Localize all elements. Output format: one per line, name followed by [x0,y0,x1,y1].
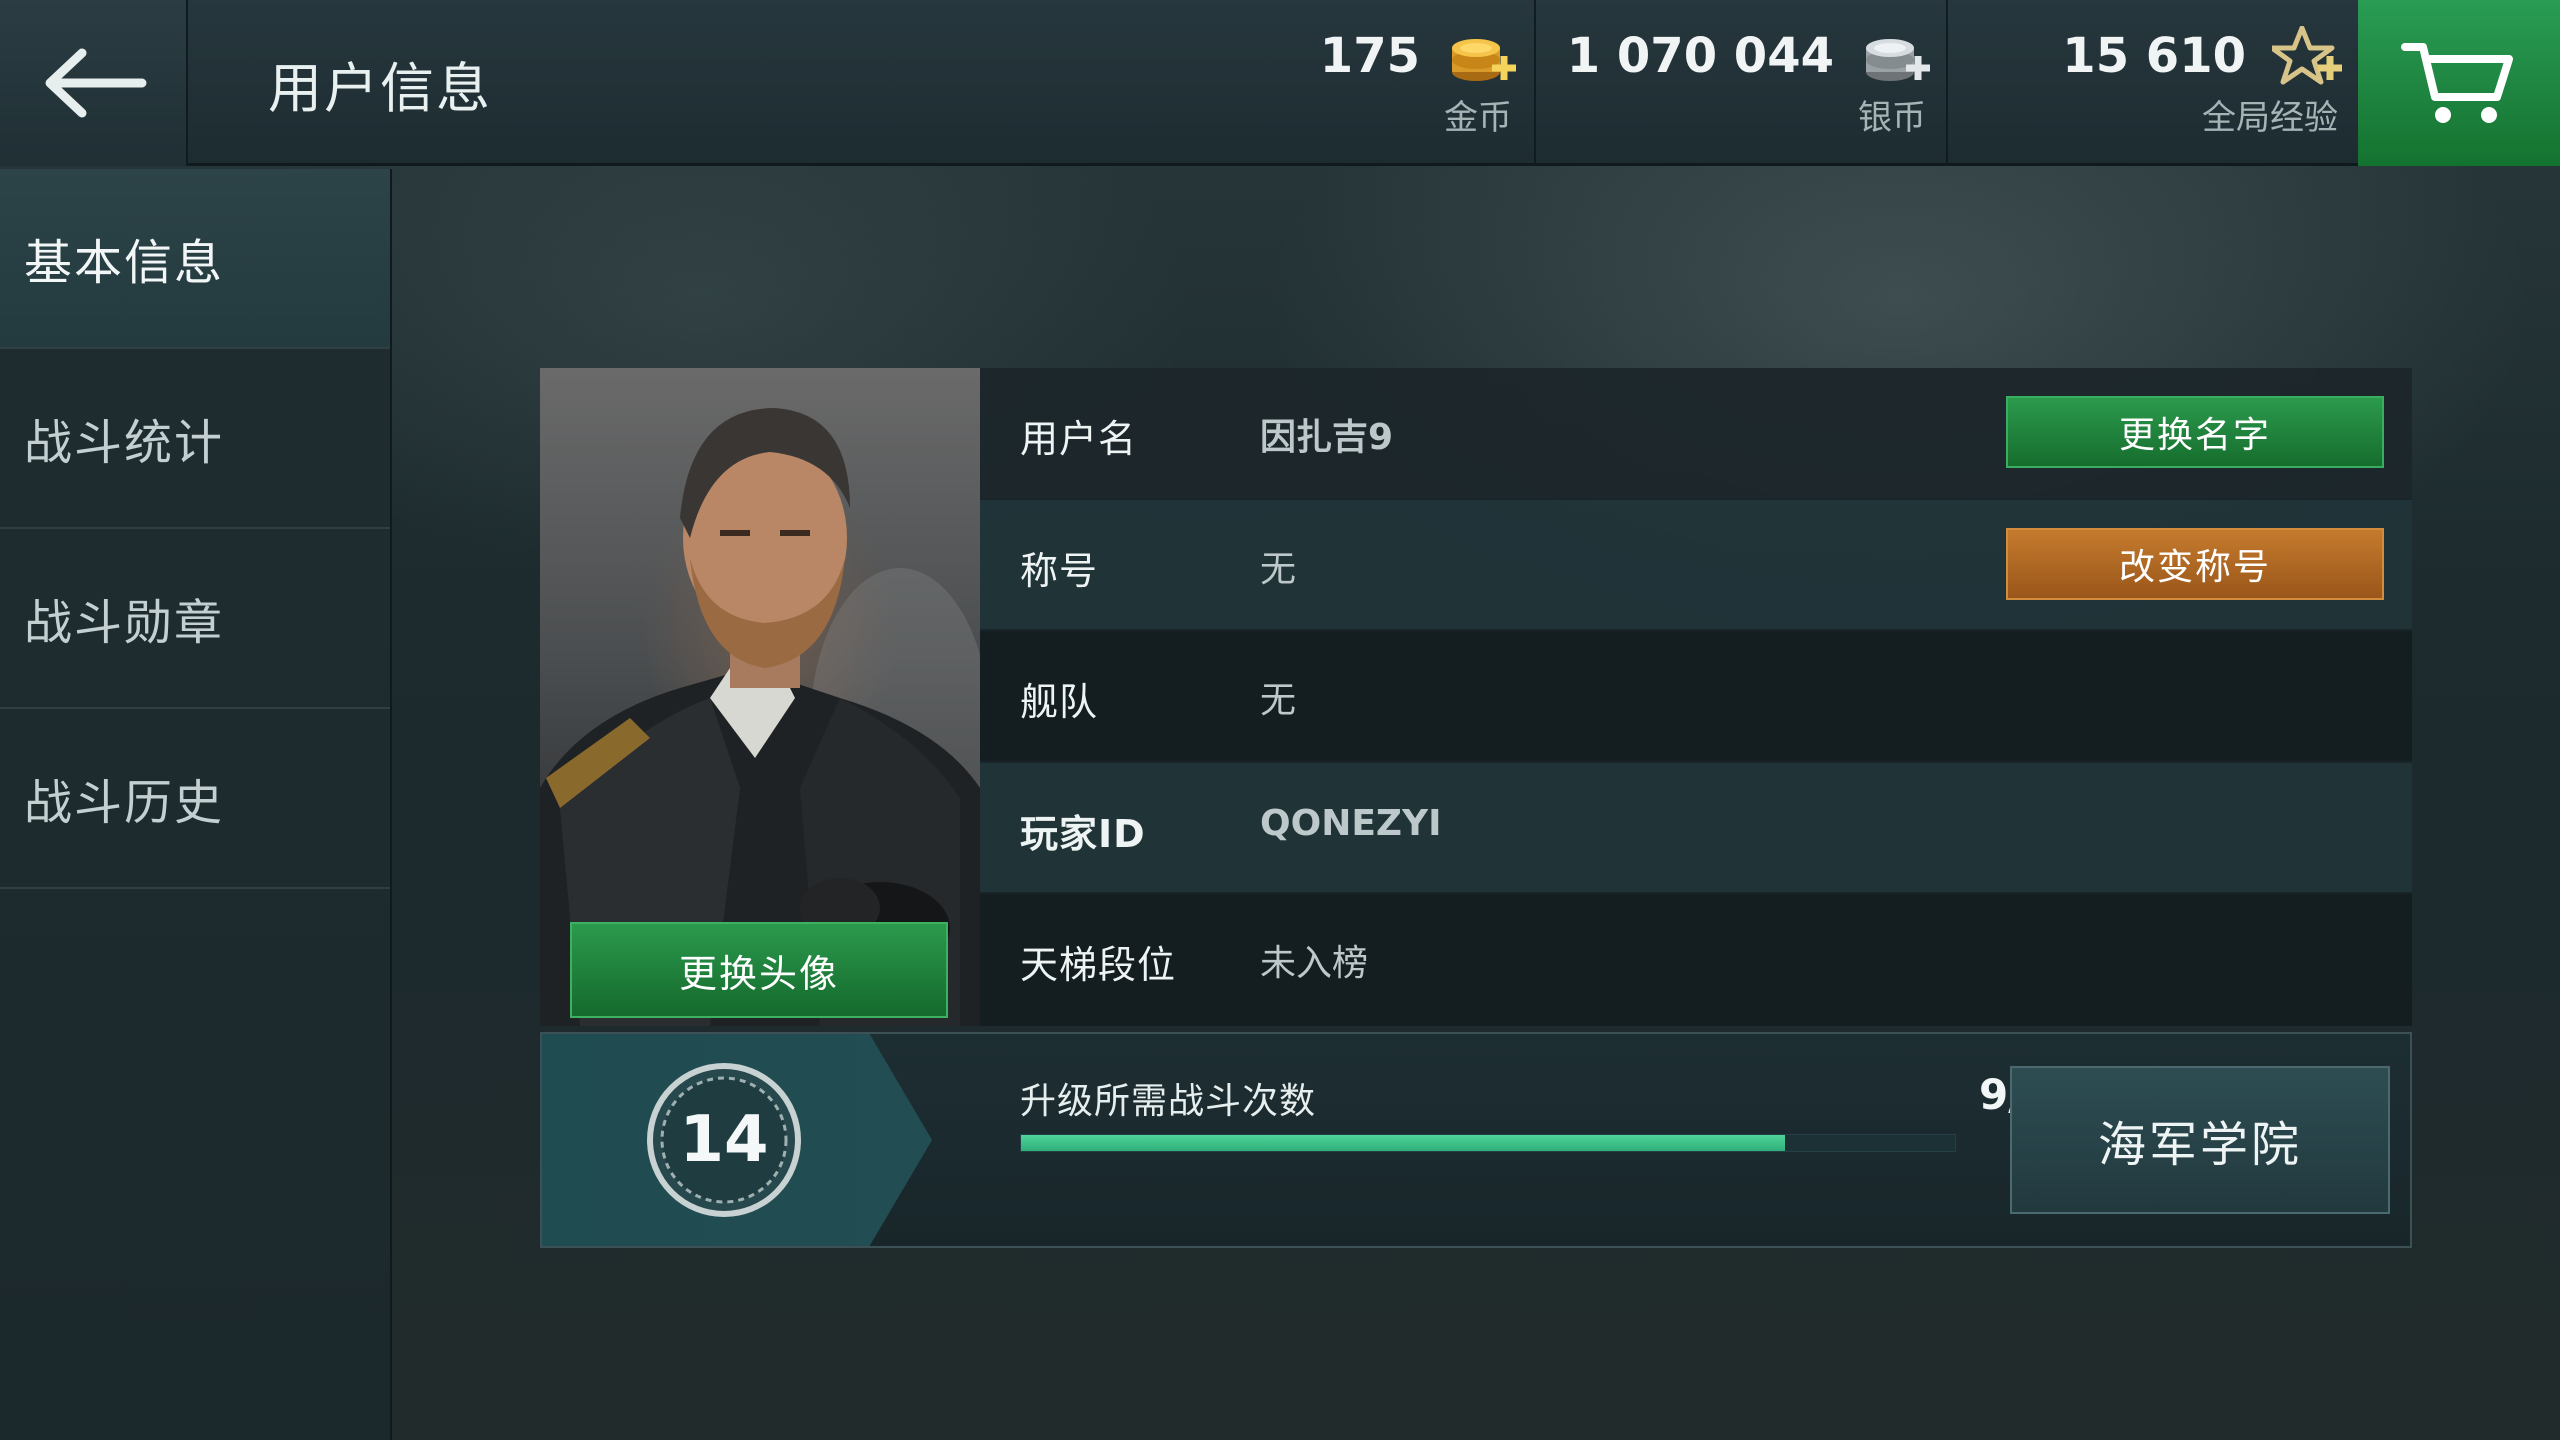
sidebar-item-battle-stats[interactable]: 战斗统计 [0,349,390,529]
silver-coins-plus-icon[interactable] [1860,26,1932,86]
experience-currency[interactable]: 15 610 全局经验 [1946,0,2358,166]
sidebar-item-label: 战斗历史 [24,775,225,831]
experience-label: 全局经验 [2202,98,2338,138]
info-value: 无 [1260,548,1297,590]
silver-label: 银币 [1858,98,1926,138]
level-badge: 14 [644,1060,804,1220]
change-avatar-button[interactable]: 更换头像 [570,922,948,1018]
sidebar-item-label: 基本信息 [24,235,225,291]
profile-info-table: 用户名 因扎吉9 更换名字 称号 无 改变称号 舰队 无 玩家ID QONEZY… [980,368,2412,1026]
info-key: 舰队 [1020,680,1099,725]
change-name-button[interactable]: 更换名字 [2006,396,2384,468]
game-screen: 用户信息 175 金币 1 070 044 银币 15 610 全局经验 基本信… [0,0,2560,1440]
info-value: 未入榜 [1260,943,1369,985]
shop-cart-button[interactable] [2358,0,2560,166]
gold-currency[interactable]: 175 金币 [1260,0,1532,166]
change-title-button[interactable]: 改变称号 [2006,527,2384,600]
info-row-username: 用户名 因扎吉9 更换名字 [980,368,2412,500]
back-arrow-icon [45,48,147,118]
info-key: 称号 [1020,548,1099,593]
info-key: 玩家ID [1020,811,1146,856]
top-bar: 用户信息 175 金币 1 070 044 银币 15 610 全局经验 [0,0,2560,166]
info-key: 天梯段位 [1020,943,1177,988]
progress-bar-fill [1021,1135,1785,1151]
cart-icon [2401,43,2513,123]
gold-label: 金币 [1444,98,1512,138]
sidebar-item-battle-medals[interactable]: 战斗勋章 [0,529,390,709]
progress-bar [1020,1134,1956,1152]
level-panel: 14 升级所需战斗次数 9/11 海军学院 [540,1032,2412,1248]
sidebar: 基本信息 战斗统计 战斗勋章 战斗历史 [0,169,392,1440]
experience-amount: 15 610 [2062,28,2246,84]
silver-amount: 1 070 044 [1566,28,1834,84]
info-row-player-id: 玩家ID QONEZYI [980,762,2412,895]
info-key: 用户名 [1020,417,1138,461]
sidebar-item-battle-history[interactable]: 战斗历史 [0,709,390,889]
info-row-title: 称号 无 改变称号 [980,499,2412,632]
back-button[interactable] [0,0,188,166]
sidebar-item-basic-info[interactable]: 基本信息 [0,169,390,349]
page-title: 用户信息 [268,57,492,120]
star-plus-icon[interactable] [2272,26,2344,86]
progress-label: 升级所需战斗次数 [1020,1081,1317,1122]
naval-academy-button[interactable]: 海军学院 [2010,1066,2390,1214]
silver-currency[interactable]: 1 070 044 银币 [1534,0,1946,166]
info-value: 因扎吉9 [1260,417,1394,458]
info-row-fleet: 舰队 无 [980,631,2412,763]
gold-amount: 175 [1319,28,1420,84]
gold-coins-plus-icon[interactable] [1446,26,1518,86]
info-value: QONEZYI [1260,802,1442,844]
info-row-ladder-rank: 天梯段位 未入榜 [980,894,2412,1026]
level-number: 14 [679,1103,769,1177]
sidebar-item-label: 战斗勋章 [24,595,225,651]
info-value: 无 [1260,680,1297,722]
sidebar-item-label: 战斗统计 [24,415,225,471]
